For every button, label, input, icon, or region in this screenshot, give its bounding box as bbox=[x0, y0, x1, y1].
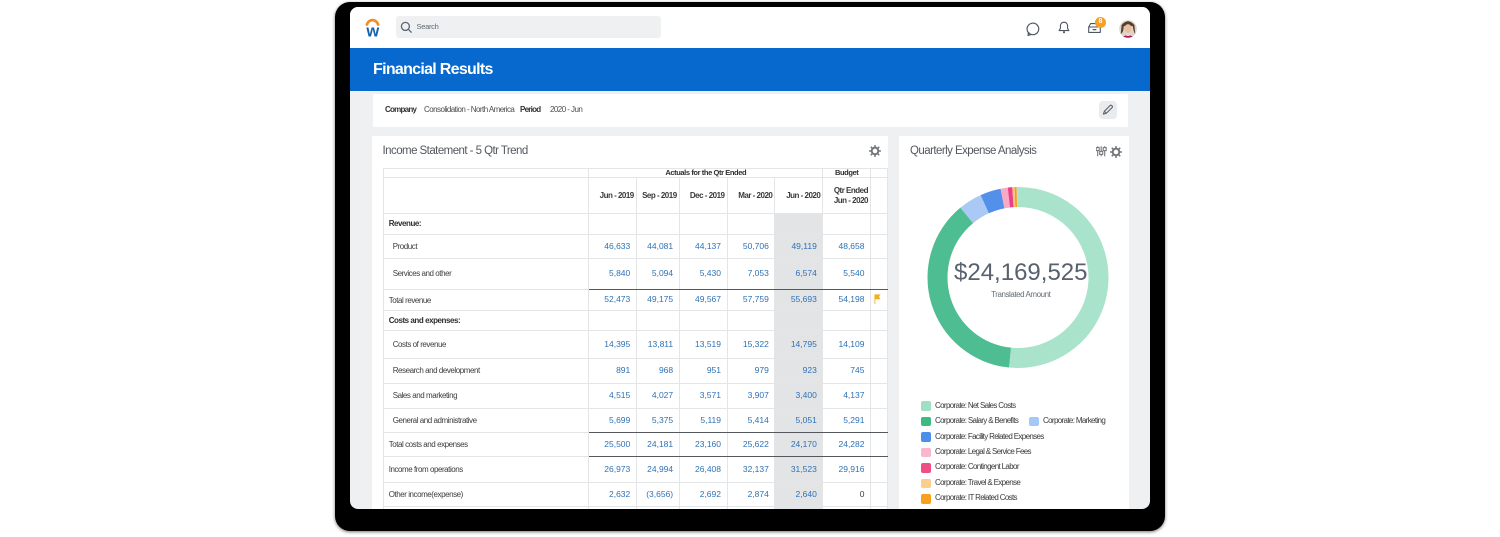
svg-text:w: w bbox=[365, 22, 379, 39]
